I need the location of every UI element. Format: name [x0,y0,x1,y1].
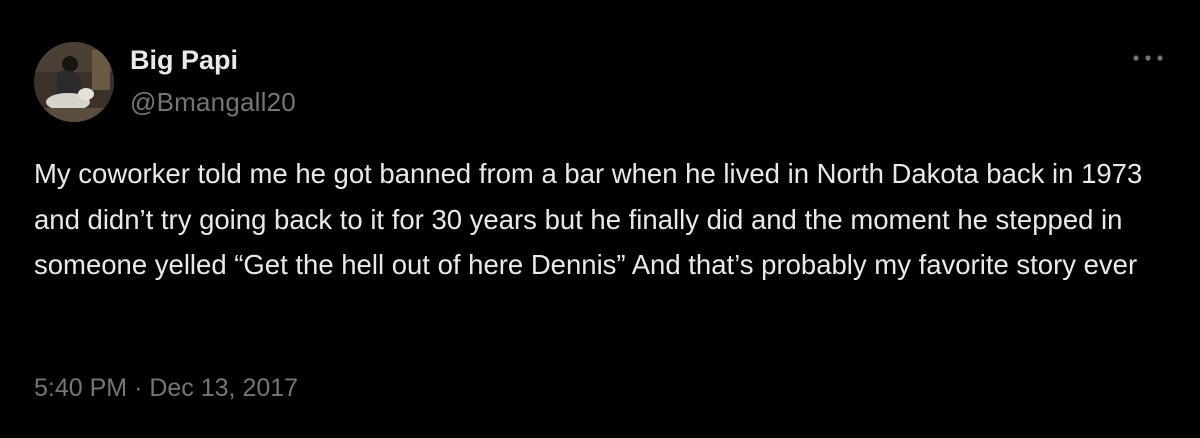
tweet-date-link[interactable]: Dec 13, 2017 [149,374,298,402]
tweet-timestamp: 5:40 PM · Dec 13, 2017 [34,370,298,406]
tweet-card: Big Papi @Bmangall20 My coworker told me… [0,0,1200,438]
user-handle[interactable]: @Bmangall20 [130,86,296,118]
meta-separator: · [134,374,150,402]
tweet-text: My coworker told me he got banned from a… [34,158,1143,280]
display-name[interactable]: Big Papi [130,44,296,76]
tweet-time-link[interactable]: 5:40 PM [34,374,127,402]
author-info: Big Papi @Bmangall20 [130,44,296,118]
avatar[interactable] [34,42,114,122]
more-horizontal-icon [1133,55,1163,61]
avatar-photo [34,42,114,122]
more-options-button[interactable] [1128,48,1168,68]
